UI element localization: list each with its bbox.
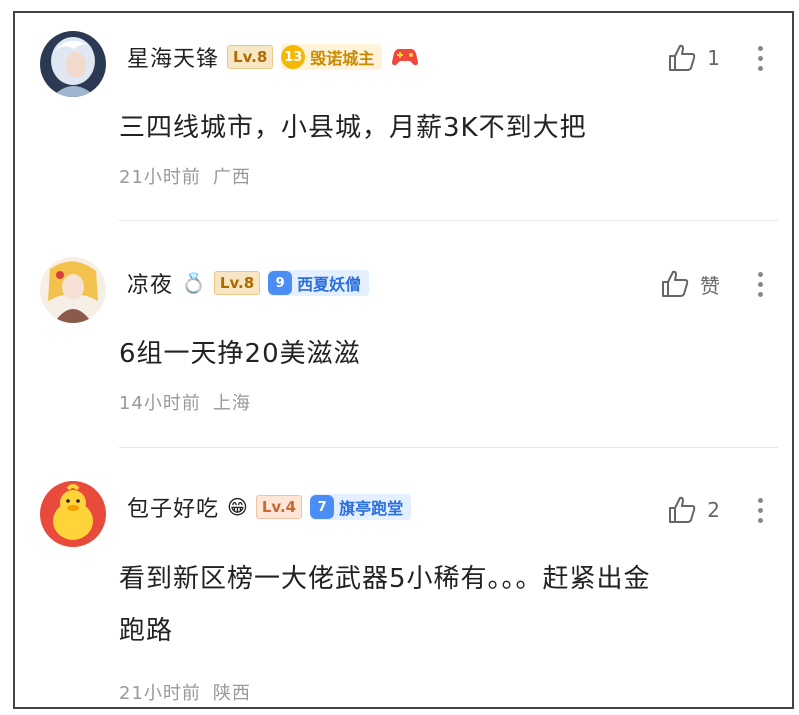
title-badge-label: 西夏妖僧: [297, 275, 362, 294]
comment-time: 21小时前: [119, 683, 201, 704]
level-badge: Lv.8: [227, 45, 274, 69]
comment-location: 上海: [212, 393, 251, 414]
more-vertical-icon[interactable]: [758, 498, 764, 523]
like-button[interactable]: 赞: [660, 269, 720, 299]
comment-meta: 21小时前 陕西: [119, 679, 251, 705]
comment-list: 星海天锋 Lv.8 13 毁诺城主 1 三四线城市，小县城，月薪3K不到大把 2…: [13, 11, 794, 709]
title-badge: 9 西夏妖僧: [268, 270, 370, 296]
title-badge-number: 9: [268, 271, 293, 295]
comment-location: 广西: [212, 167, 251, 188]
comment-meta: 14小时前 上海: [119, 389, 251, 415]
divider: [119, 447, 778, 448]
title-badge: 7 旗亭跑堂: [310, 494, 412, 520]
user-info: 星海天锋 Lv.8 13 毁诺城主: [127, 41, 420, 73]
comment-text: 三四线城市，小县城，月薪3K不到大把: [119, 113, 587, 143]
avatar[interactable]: [40, 31, 106, 97]
ring-emoji: 💍: [181, 271, 206, 295]
user-info: 凉夜 💍 Lv.8 9 西夏妖僧: [127, 267, 370, 299]
comment-time: 21小时前: [119, 167, 201, 188]
like-button[interactable]: 1: [667, 43, 720, 73]
comment-text: 看到新区榜一大佬武器5小稀有。。。赶紧出金 跑路: [119, 553, 772, 657]
title-badge-label: 旗亭跑堂: [339, 499, 404, 518]
title-badge-label: 毁诺城主: [310, 49, 375, 68]
thumbs-up-icon: [662, 270, 689, 297]
comment-text-line: 跑路: [119, 616, 174, 646]
level-badge: Lv.8: [213, 271, 261, 295]
comment-time: 14小时前: [119, 393, 201, 414]
comment-text-line: 看到新区榜一大佬武器5小稀有。。。赶紧出金: [119, 564, 651, 594]
thumbs-up-icon: [669, 44, 696, 71]
comment-location: 陕西: [212, 683, 251, 704]
divider: [119, 220, 778, 221]
more-vertical-icon[interactable]: [758, 272, 764, 297]
gamepad-icon: [392, 48, 419, 66]
grinning-emoji: 😁: [227, 495, 248, 519]
like-count: 赞: [700, 273, 720, 298]
title-badge: 13 毁诺城主: [281, 44, 383, 70]
like-count: 2: [707, 498, 720, 522]
user-info: 包子好吃 😁 Lv.4 7 旗亭跑堂: [127, 491, 412, 523]
avatar[interactable]: [40, 481, 106, 547]
username[interactable]: 包子好吃: [127, 491, 219, 523]
username[interactable]: 凉夜: [127, 267, 173, 299]
like-button[interactable]: 2: [667, 495, 720, 525]
username[interactable]: 星海天锋: [127, 41, 219, 73]
comment-text: 6组一天挣20美滋滋: [119, 339, 361, 369]
like-count: 1: [707, 46, 720, 70]
thumbs-up-icon: [669, 496, 696, 523]
more-vertical-icon[interactable]: [758, 46, 764, 71]
title-badge-number: 7: [310, 495, 335, 519]
comment-meta: 21小时前 广西: [119, 163, 251, 189]
avatar[interactable]: [40, 257, 106, 323]
title-badge-number: 13: [281, 45, 306, 69]
level-badge: Lv.4: [255, 495, 303, 519]
